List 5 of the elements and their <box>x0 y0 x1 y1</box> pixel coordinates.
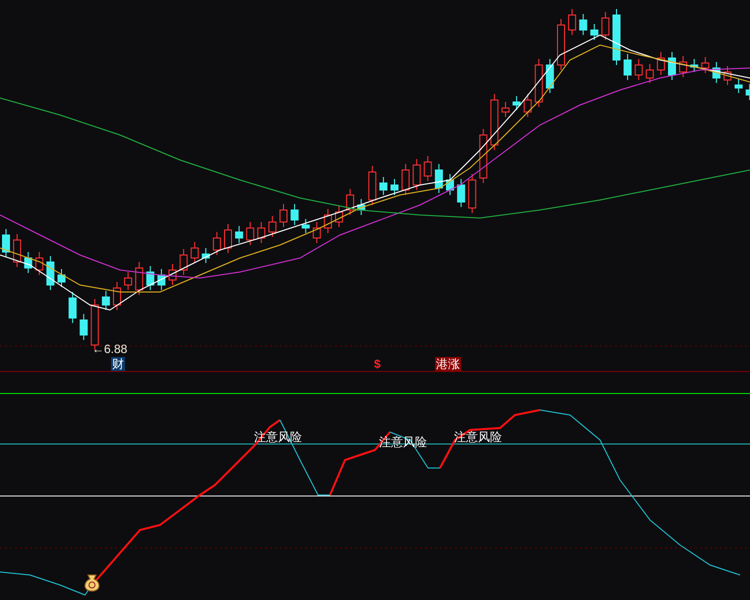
event-marker: $ <box>373 357 382 371</box>
money-bag-icon <box>84 574 100 592</box>
low-price-label: ←6.88 <box>92 342 128 356</box>
event-marker: 财 <box>111 357 125 371</box>
event-marker: 港涨 <box>435 357 461 371</box>
